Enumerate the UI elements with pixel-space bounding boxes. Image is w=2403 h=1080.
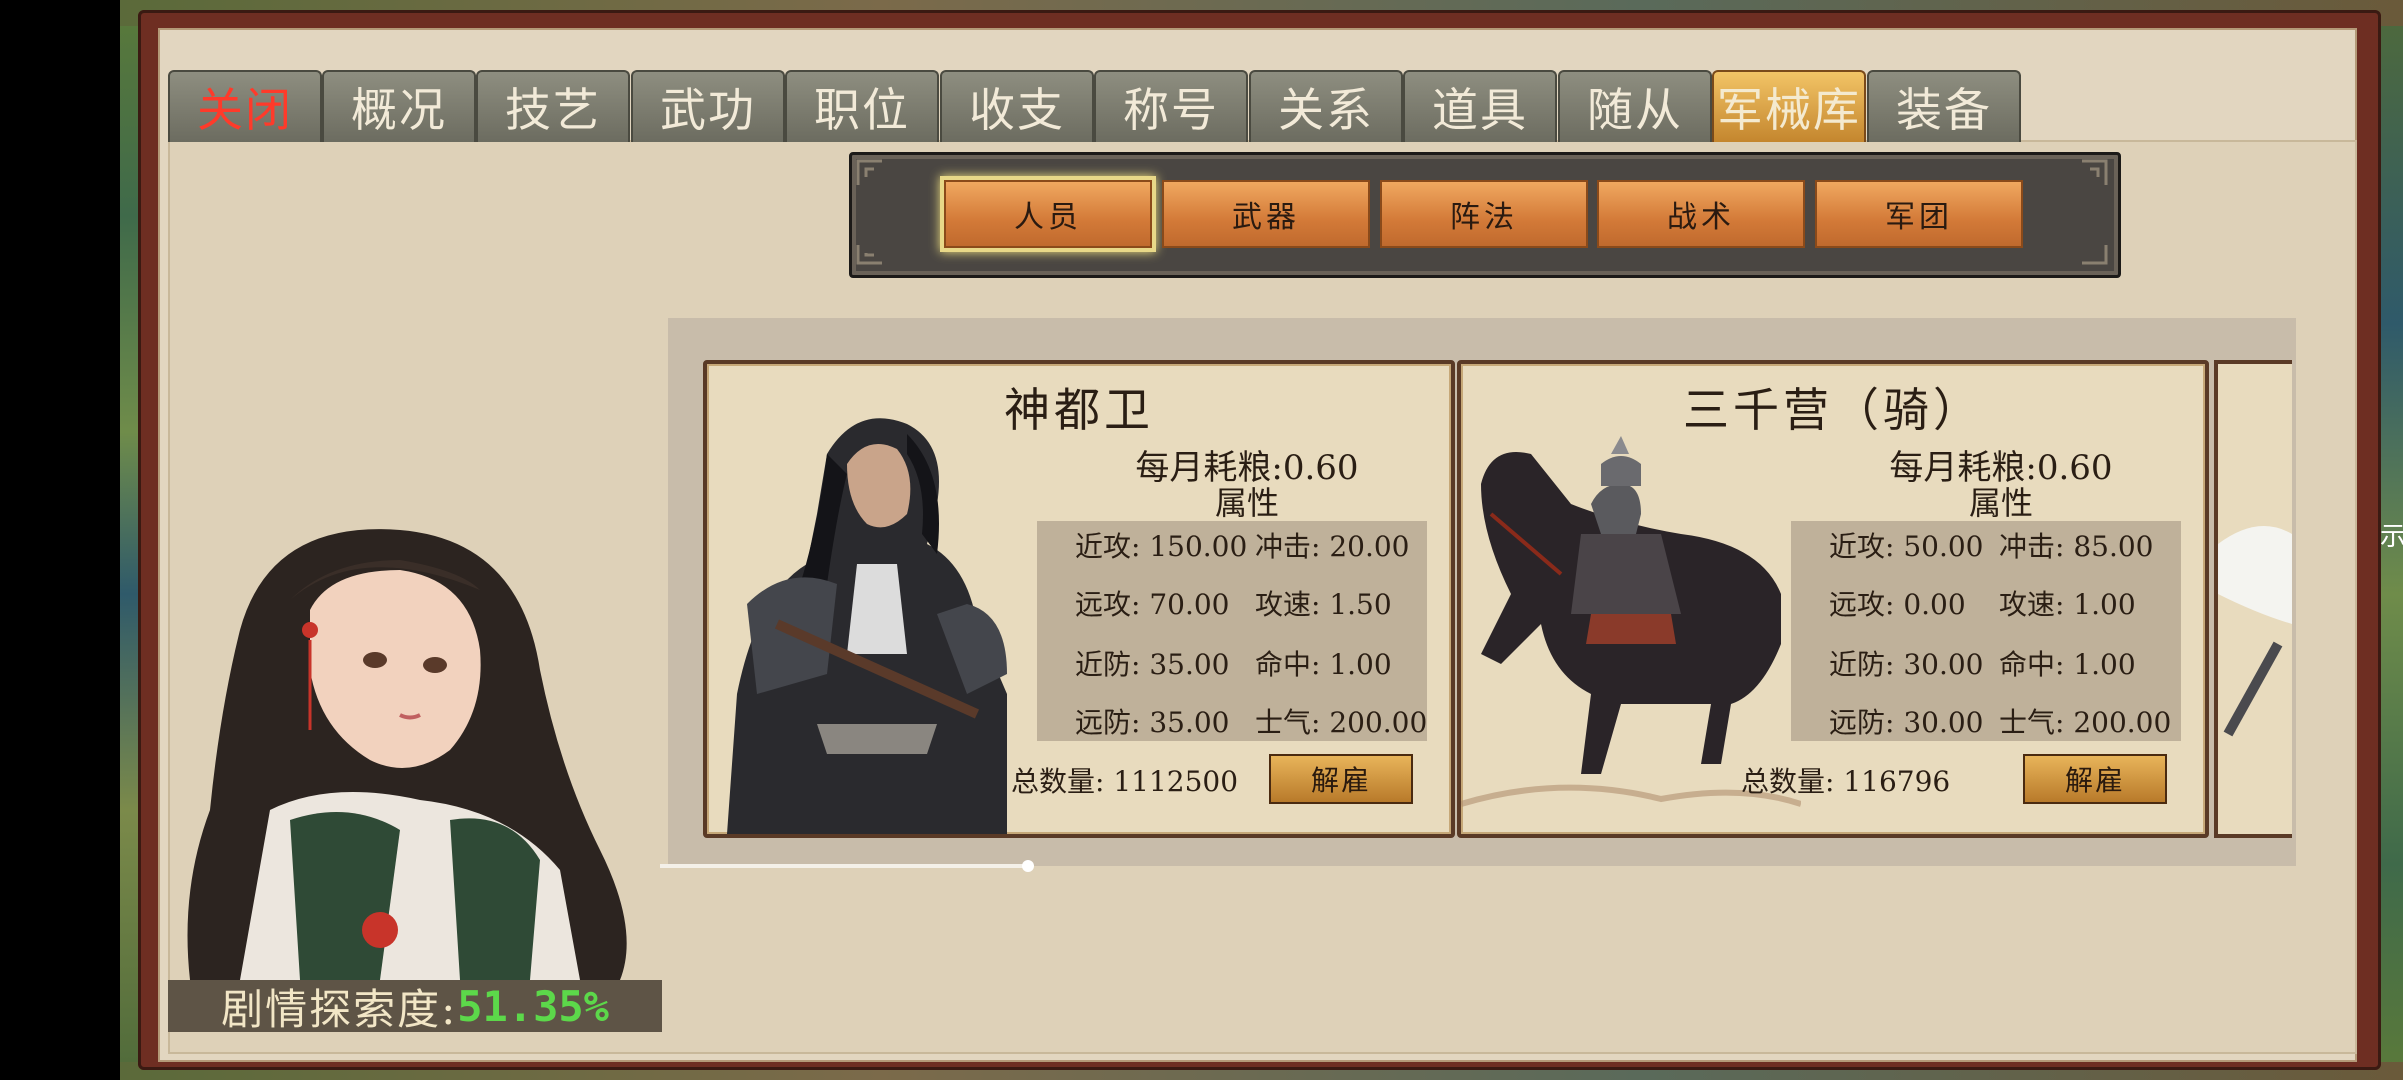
- stat-value: 士气: 200.00: [1999, 706, 2172, 739]
- attributes-label: 属性: [1214, 484, 1279, 522]
- unit-name: 神都卫: [1004, 383, 1154, 437]
- stat-value: 近防: 30.00: [1829, 648, 1984, 681]
- subnav-tactics[interactable]: 战术: [1597, 180, 1805, 248]
- stat-value: 士气: 200.00: [1255, 706, 1428, 739]
- stats-box: 近攻: 50.00 冲击: 85.00 远攻: 0.00 攻速: 1.00 近防: …: [1791, 521, 2181, 741]
- unit-card: 神都卫 每月耗粮:0.60 属性 近攻: 150.00 冲击: 20.00 远攻:…: [703, 360, 1455, 838]
- subnav-weapons[interactable]: 武器: [1162, 180, 1370, 248]
- card-scroll-thumb[interactable]: [1022, 860, 1034, 872]
- winged-unit-portrait: [2218, 526, 2292, 737]
- tab-close[interactable]: 关闭: [168, 70, 322, 142]
- stat-value: 近防: 35.00: [1075, 648, 1230, 681]
- stat-value: 冲击: 85.00: [1999, 530, 2154, 563]
- stat-value: 近攻: 150.00: [1075, 530, 1248, 563]
- tab-overview[interactable]: 概况: [322, 70, 476, 142]
- tab-finance[interactable]: 收支: [940, 70, 1094, 142]
- unit-name: 三千营（骑）: [1683, 383, 1983, 437]
- dismiss-button[interactable]: 解雇: [2023, 754, 2167, 804]
- stat-value: 命中: 1.00: [1999, 648, 2136, 681]
- unit-card: 三千营（骑） 每月耗粮:0.60 属性 近攻: 50.00 冲击: 85.00 远…: [1457, 360, 2209, 838]
- dismiss-button[interactable]: 解雇: [1269, 754, 1413, 804]
- stats-box: 近攻: 150.00 冲击: 20.00 远攻: 70.00 攻速: 1.50 近防…: [1037, 521, 1427, 741]
- subnav-formations[interactable]: 阵法: [1380, 180, 1588, 248]
- left-letterbox: [0, 0, 120, 1080]
- stat-value: 攻速: 1.50: [1255, 588, 1392, 621]
- edge-hint-text: 示: [2380, 522, 2403, 552]
- stat-value: 远攻: 70.00: [1075, 588, 1230, 621]
- subnav-legions[interactable]: 军团: [1815, 180, 2023, 248]
- stat-value: 攻速: 1.00: [1999, 588, 2136, 621]
- story-progress-bar: 剧情探索度: 51.35%: [168, 980, 662, 1034]
- tab-titles[interactable]: 称号: [1094, 70, 1248, 142]
- tab-relations[interactable]: 关系: [1249, 70, 1403, 142]
- story-progress-value: 51.35%: [457, 981, 609, 1031]
- count-value: 116796: [1843, 765, 1951, 798]
- unit-count: 总数量: 1112500: [1011, 760, 1238, 800]
- count-label: 总数量:: [1011, 765, 1105, 798]
- story-progress-label: 剧情探索度:: [221, 984, 458, 1034]
- tab-retinue[interactable]: 随从: [1558, 70, 1712, 142]
- stat-value: 远攻: 0.00: [1829, 588, 1966, 621]
- subnav-personnel[interactable]: 人员: [944, 180, 1152, 248]
- tab-martial-arts[interactable]: 武功: [631, 70, 785, 142]
- stat-value: 冲击: 20.00: [1255, 530, 1410, 563]
- tab-armory[interactable]: 军械库: [1712, 70, 1866, 142]
- attributes-label: 属性: [1968, 484, 2033, 522]
- stat-value: 命中: 1.00: [1255, 648, 1392, 681]
- count-value: 1112500: [1113, 765, 1239, 798]
- tab-positions[interactable]: 职位: [785, 70, 939, 142]
- unit-card-partial: [2214, 360, 2292, 838]
- stat-value: 远防: 35.00: [1075, 706, 1230, 739]
- advisor-girl-portrait: [187, 529, 627, 980]
- tab-items[interactable]: 道具: [1403, 70, 1557, 142]
- count-label: 总数量:: [1741, 765, 1835, 798]
- tab-equipment[interactable]: 装备: [1867, 70, 2021, 142]
- unit-count: 总数量: 116796: [1741, 760, 1950, 800]
- tab-skills[interactable]: 技艺: [476, 70, 630, 142]
- stat-value: 远防: 30.00: [1829, 706, 1984, 739]
- stat-value: 近攻: 50.00: [1829, 530, 1984, 563]
- card-scrollbar[interactable]: [660, 864, 1030, 868]
